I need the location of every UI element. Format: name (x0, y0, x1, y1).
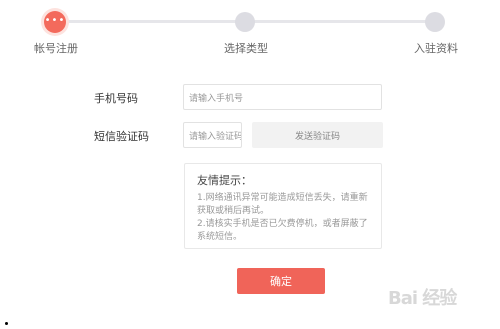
send-code-button[interactable]: 发送验证码 (252, 122, 383, 148)
phone-label: 手机号码 (94, 92, 138, 105)
more-dots-icon: ••• (44, 15, 66, 26)
code-placeholder: 请输入验证码 (189, 131, 242, 142)
step-2-label: 选择类型 (224, 42, 268, 55)
tips-line: 2.请核实手机是否已欠费停机，或者屏蔽了 (197, 219, 368, 229)
stray-dot (5, 322, 8, 325)
tips-line: 系统短信。 (197, 232, 243, 242)
tips-title: 友情提示： (197, 174, 252, 187)
tips-line: 获取或稍后再试。 (197, 206, 270, 216)
baidu-watermark: Bai 经验 (388, 288, 457, 309)
code-input[interactable]: 请输入验证码 (183, 122, 242, 148)
tips-line: 1.网络通讯异常可能造成短信丢失，请重新 (197, 193, 368, 203)
phone-input[interactable]: 请输入手机号 (183, 84, 382, 110)
code-label: 短信验证码 (94, 130, 149, 143)
step-3-indicator (425, 12, 445, 32)
step-3-label: 入驻资料 (414, 42, 458, 55)
step-1-label: 帐号注册 (34, 42, 78, 55)
confirm-button[interactable]: 确定 (237, 268, 325, 294)
step-2-indicator (235, 12, 255, 32)
phone-placeholder: 请输入手机号 (189, 93, 244, 104)
step-1-indicator: ••• (44, 11, 66, 33)
tips-box: 友情提示： 1.网络通讯异常可能造成短信丢失，请重新 获取或稍后再试。 2.请核… (184, 163, 382, 249)
